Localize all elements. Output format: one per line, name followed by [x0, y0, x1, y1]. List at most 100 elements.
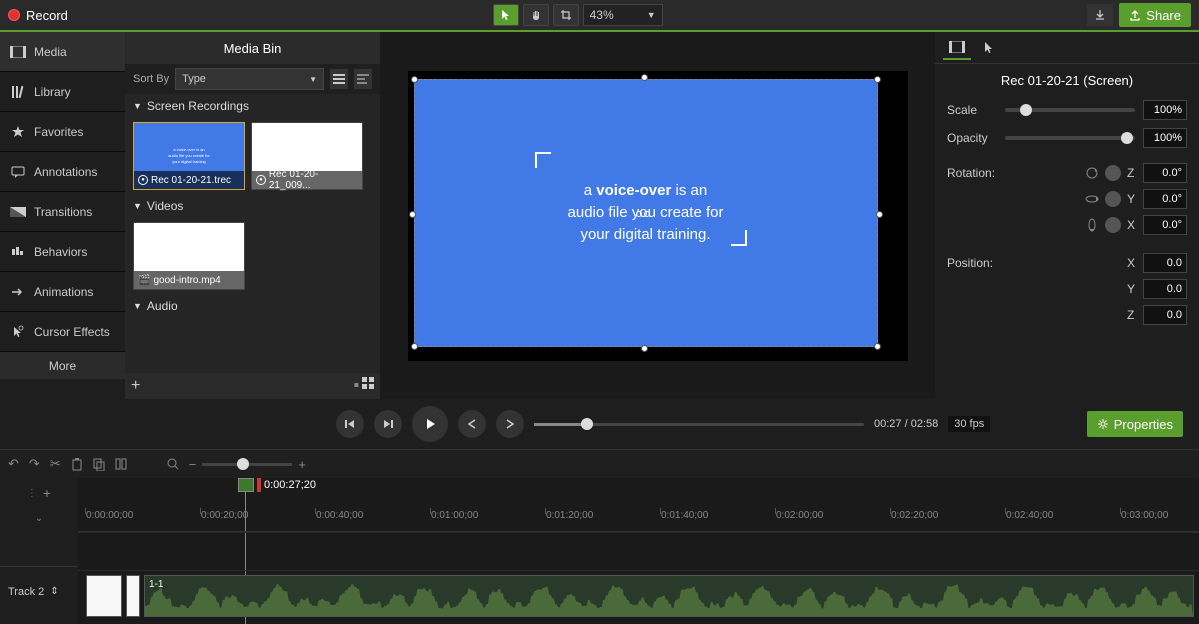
resize-handle-bl[interactable] — [411, 343, 418, 350]
view-grid-button[interactable] — [330, 69, 348, 89]
opacity-slider[interactable] — [1005, 136, 1135, 140]
playback-seek-slider[interactable] — [534, 423, 864, 426]
resize-handle-ml[interactable] — [409, 211, 416, 218]
media-name: Rec 01-20-21.trec — [151, 175, 231, 186]
position-y-value[interactable]: 0.0 — [1143, 279, 1187, 299]
media-item[interactable]: ●Rec 01-20-21_009... — [251, 122, 363, 190]
rotate-handle[interactable] — [636, 211, 654, 221]
zoom-icon — [167, 458, 179, 470]
track-settings-icon[interactable]: ⋮ — [27, 488, 37, 499]
sidebar-item-animations[interactable]: Animations — [0, 272, 125, 312]
track-label[interactable]: Track 2 ⇕ — [0, 566, 78, 616]
rotate-y-icon[interactable] — [1085, 192, 1099, 206]
prev-frame-button[interactable] — [336, 410, 364, 438]
sidebar-item-favorites[interactable]: Favorites — [0, 112, 125, 152]
position-z-value[interactable]: 0.0 — [1143, 305, 1187, 325]
collapse-icon[interactable]: ⌄ — [35, 513, 43, 524]
section-screen-recordings[interactable]: ▼ Screen Recordings — [125, 94, 380, 118]
opacity-label: Opacity — [947, 131, 997, 145]
ruler-tick: 0:01:20;00 — [546, 510, 593, 521]
resize-handle-tl[interactable] — [411, 76, 418, 83]
media-item[interactable]: 🎬good-intro.mp4 — [133, 222, 245, 290]
sidebar-label: Library — [34, 85, 71, 99]
sidebar-item-annotations[interactable]: Annotations — [0, 152, 125, 192]
rotation-x-value[interactable]: 0.0° — [1143, 215, 1187, 235]
clip[interactable] — [86, 575, 122, 617]
section-videos[interactable]: ▼ Videos — [125, 194, 380, 218]
sort-dropdown[interactable]: Type ▼ — [175, 68, 324, 90]
next-marker-button[interactable] — [496, 410, 524, 438]
cut-button[interactable]: ✂ — [50, 456, 61, 472]
rotation-label: Rotation: — [947, 166, 1007, 180]
media-item[interactable]: a voice-over is anaudio file you create … — [133, 122, 245, 190]
share-button[interactable]: Share — [1119, 3, 1191, 27]
pointer-tool[interactable] — [493, 4, 519, 26]
add-track-button[interactable]: + — [43, 485, 51, 501]
split-button[interactable] — [115, 457, 127, 471]
thumb-preview-text: a voice-over is anaudio file you create … — [168, 147, 210, 165]
chevron-down-icon: ▼ — [647, 10, 656, 20]
paste-button[interactable] — [93, 457, 105, 471]
undo-button[interactable]: ↶ — [8, 456, 19, 472]
grid-view-icon[interactable] — [362, 377, 374, 395]
download-button[interactable] — [1087, 4, 1113, 26]
scale-value[interactable]: 100% — [1143, 100, 1187, 120]
clip[interactable] — [126, 575, 140, 617]
next-frame-button[interactable] — [374, 410, 402, 438]
timeline-ruler[interactable]: 0:00:00;000:00:20;000:00:40;000:01:00;00… — [78, 508, 1199, 532]
playhead[interactable]: 0:00:27;20 — [238, 478, 316, 492]
rotate-z-icon[interactable] — [1085, 166, 1099, 180]
chevron-down-icon: ▼ — [309, 75, 317, 84]
resize-handle-tr[interactable] — [874, 76, 881, 83]
pan-tool[interactable] — [523, 4, 549, 26]
scale-slider[interactable] — [1005, 108, 1135, 112]
properties-label: Properties — [1114, 417, 1173, 432]
zoom-in-button[interactable]: + — [298, 457, 306, 472]
resize-handle-mr[interactable] — [876, 211, 883, 218]
opacity-value[interactable]: 100% — [1143, 128, 1187, 148]
sidebar-item-cursor-effects[interactable]: Cursor Effects — [0, 312, 125, 352]
record-button[interactable]: Record — [8, 8, 68, 23]
play-button[interactable] — [412, 406, 448, 442]
view-list-button[interactable] — [354, 69, 372, 89]
resize-handle-tc[interactable] — [641, 74, 648, 81]
track-row-empty[interactable] — [78, 532, 1199, 570]
clip-audio[interactable]: 1-1 — [144, 575, 1194, 617]
properties-tab-cursor[interactable] — [975, 36, 1003, 60]
zoom-out-button[interactable]: − — [189, 457, 197, 472]
sidebar-more[interactable]: More — [0, 352, 125, 379]
sidebar-label: Transitions — [34, 205, 92, 219]
more-label: More — [49, 359, 76, 373]
resize-handle-br[interactable] — [874, 343, 881, 350]
zoom-dropdown[interactable]: 43% ▼ — [583, 4, 663, 26]
sidebar-item-transitions[interactable]: Transitions — [0, 192, 125, 232]
add-media-button[interactable]: + — [131, 377, 151, 395]
detail-view-icon[interactable]: ▪ — [353, 377, 359, 395]
track-expand-icon[interactable]: ⇕ — [50, 586, 58, 597]
redo-button[interactable]: ↷ — [29, 456, 40, 472]
sidebar-item-media[interactable]: Media — [0, 32, 125, 72]
rotate-x-icon[interactable] — [1085, 218, 1099, 232]
gear-icon — [1097, 418, 1109, 430]
track-row[interactable]: 1-1 — [78, 570, 1199, 620]
playback-fps[interactable]: 30 fps — [948, 416, 990, 432]
rotation-x-dial[interactable] — [1105, 217, 1121, 233]
ruler-tick: 0:00:20;00 — [201, 510, 248, 521]
resize-handle-bc[interactable] — [641, 345, 648, 352]
sidebar-item-library[interactable]: Library — [0, 72, 125, 112]
rotation-z-dial[interactable] — [1105, 165, 1121, 181]
prev-marker-button[interactable] — [458, 410, 486, 438]
sidebar-item-behaviors[interactable]: Behaviors — [0, 232, 125, 272]
properties-tab-video[interactable] — [943, 36, 971, 60]
copy-button[interactable] — [71, 457, 83, 471]
timeline-zoom-slider[interactable] — [202, 463, 292, 466]
position-x-value[interactable]: 0.0 — [1143, 253, 1187, 273]
rotation-z-value[interactable]: 0.0° — [1143, 163, 1187, 183]
properties-button[interactable]: Properties — [1087, 411, 1183, 437]
canvas[interactable]: a voice-over is an audio file you create… — [380, 32, 935, 399]
ruler-tick: 0:01:00;00 — [431, 510, 478, 521]
rotation-y-dial[interactable] — [1105, 191, 1121, 207]
section-audio[interactable]: ▼ Audio — [125, 294, 380, 318]
crop-tool[interactable] — [553, 4, 579, 26]
rotation-y-value[interactable]: 0.0° — [1143, 189, 1187, 209]
